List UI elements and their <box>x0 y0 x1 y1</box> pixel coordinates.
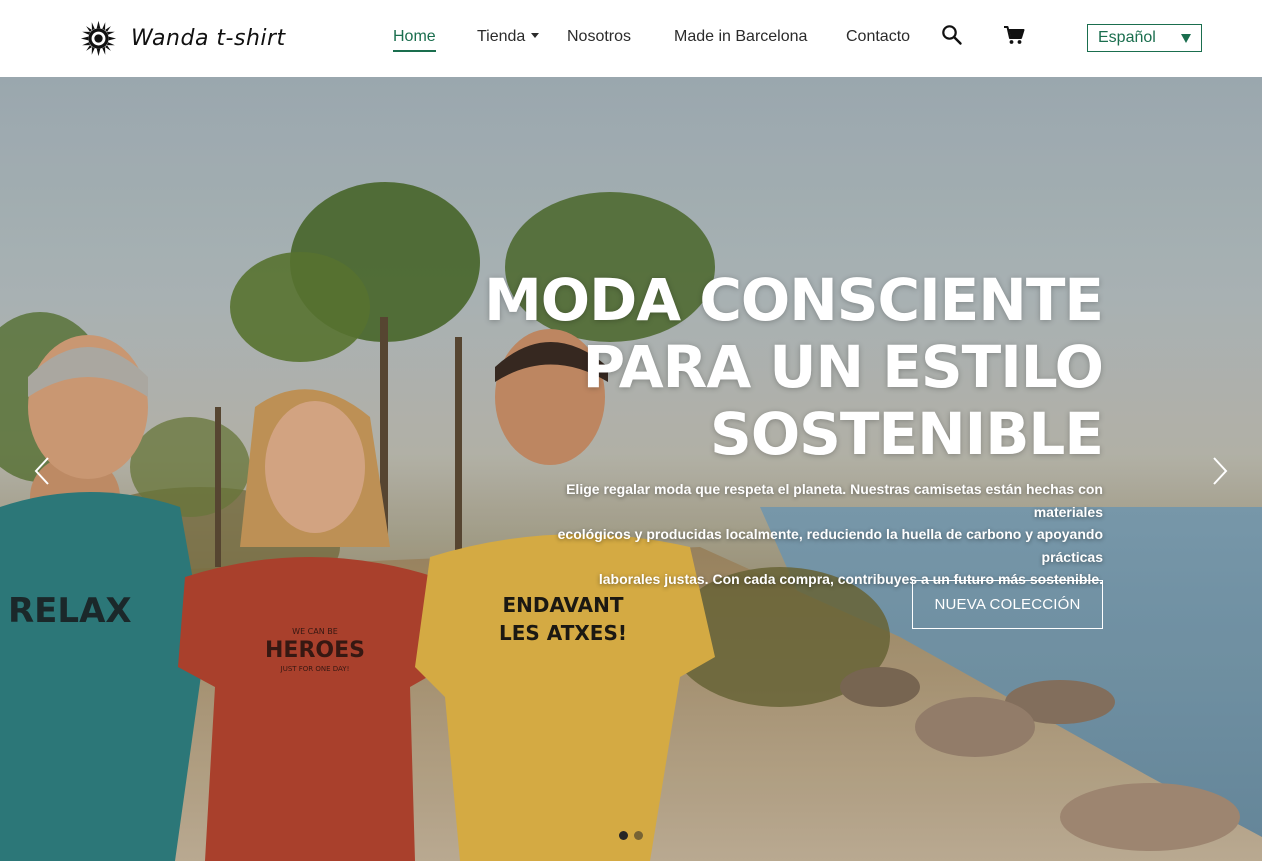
nav-tienda-label: Tienda <box>477 28 526 45</box>
hero-slider: RELAX WE CAN BE HEROES JUST FOR ONE DAY!… <box>0 77 1262 861</box>
cart-icon[interactable] <box>1003 24 1025 46</box>
nav-tienda[interactable]: Tienda <box>477 27 540 47</box>
search-icon[interactable] <box>941 24 963 46</box>
nav-contacto[interactable]: Contacto <box>846 27 910 47</box>
hero-subtitle-line: Elige regalar moda que respeta el planet… <box>566 481 1103 520</box>
triangle-down-icon <box>1181 33 1191 43</box>
site-header: Wanda t-shirt Home Tienda Nosotros Made … <box>0 0 1262 77</box>
slider-dot-1[interactable] <box>619 831 628 840</box>
nav-made-in-barcelona[interactable]: Made in Barcelona <box>674 27 807 47</box>
hero-title-line: MODA CONSCIENTE <box>484 266 1104 334</box>
brand-name: Wanda t-shirt <box>131 25 286 51</box>
hero-title-line: PARA UN ESTILO <box>582 333 1104 401</box>
language-selected: Español <box>1098 29 1156 46</box>
chevron-right-icon[interactable] <box>1210 456 1230 486</box>
nav-nosotros[interactable]: Nosotros <box>567 27 631 47</box>
slider-dot-2[interactable] <box>634 831 643 840</box>
sun-icon <box>80 20 117 56</box>
brand-logo[interactable]: Wanda t-shirt <box>80 19 286 57</box>
nueva-coleccion-button[interactable]: NUEVA COLECCIÓN <box>912 580 1103 629</box>
slider-dots <box>619 831 643 840</box>
hero-title-line: SOSTENIBLE <box>710 400 1104 468</box>
hero-subtitle-line: ecológicos y producidas localmente, redu… <box>557 526 1103 565</box>
chevron-down-icon <box>531 33 540 38</box>
hero-subtitle: Elige regalar moda que respeta el planet… <box>503 478 1103 591</box>
nav-home[interactable]: Home <box>393 27 436 52</box>
hero-title: MODA CONSCIENTE PARA UN ESTILO SOSTENIBL… <box>463 266 1104 468</box>
hero-image: RELAX WE CAN BE HEROES JUST FOR ONE DAY!… <box>0 77 1262 861</box>
chevron-left-icon[interactable] <box>32 456 52 486</box>
language-select[interactable]: Español <box>1087 24 1202 52</box>
